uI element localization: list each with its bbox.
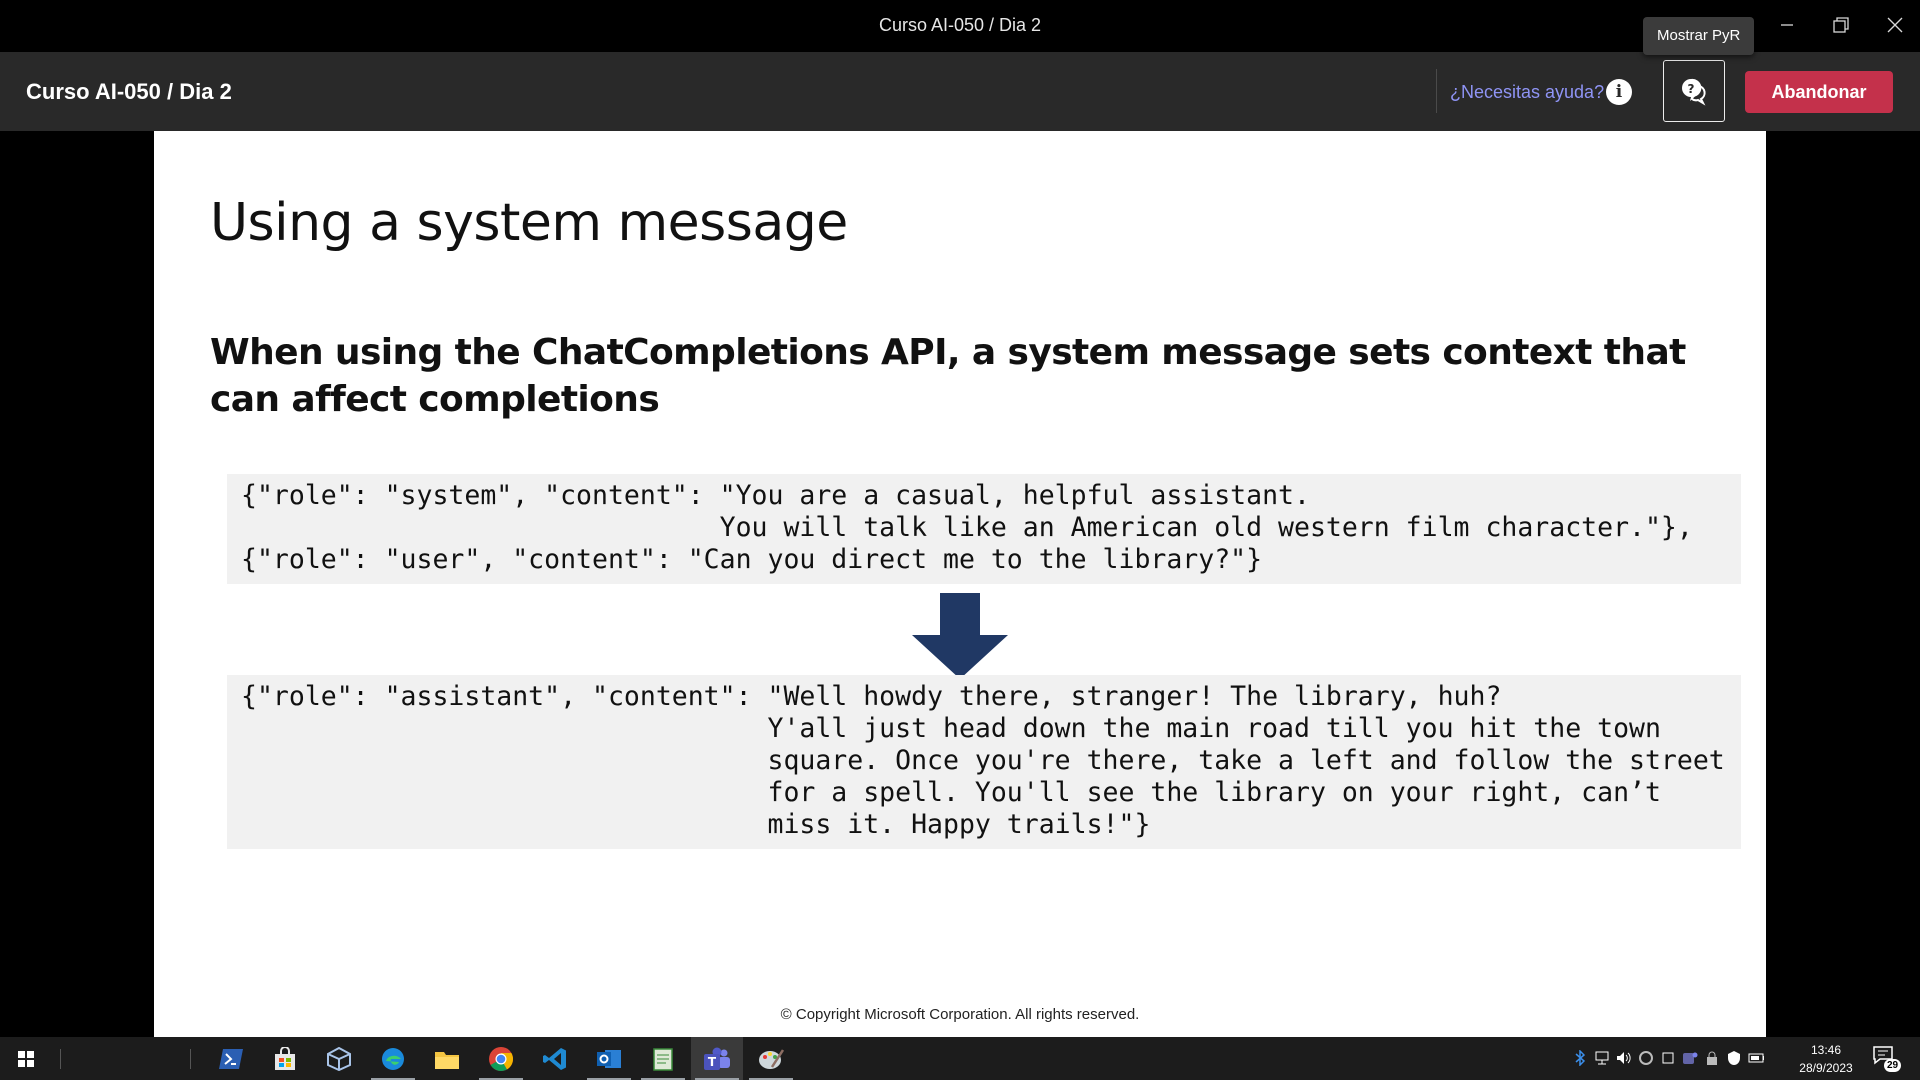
taskbar-app-virtualbox[interactable] [313,1037,365,1080]
taskbar-app-outlook[interactable] [583,1037,635,1080]
display-icon[interactable] [1660,1050,1676,1066]
taskbar-app-teams[interactable]: T [691,1037,743,1080]
tooltip: Mostrar PyR [1643,17,1755,55]
powershell-icon [219,1048,243,1069]
teams-icon: T [704,1047,730,1070]
taskbar-app-powershell[interactable] [205,1037,257,1080]
taskbar-app-store[interactable] [259,1037,311,1080]
store-icon [275,1046,295,1070]
slide-title: Using a system message [210,193,848,253]
taskbar-app-paint[interactable] [745,1037,797,1080]
slide-subtitle: When using the ChatCompletions API, a sy… [210,332,1686,420]
header-divider [1436,69,1437,113]
close-icon [1887,17,1903,33]
defender-icon[interactable] [1726,1050,1742,1066]
network-icon[interactable] [1594,1050,1610,1066]
restore-button[interactable] [1818,6,1864,44]
folder-icon [435,1051,459,1069]
taskbar-clock[interactable]: 13:46 28/9/2023 [1786,1041,1866,1077]
window-titlebar: Curso AI-050 / Dia 2 [0,0,1920,52]
sync-icon[interactable] [1638,1050,1654,1066]
response-code: {"role": "assistant", "content": "Well h… [241,681,1725,840]
taskbar-app-vscode[interactable] [529,1037,581,1080]
clock-time: 13:46 [1810,1043,1842,1057]
slide-copyright: © Copyright Microsoft Corporation. All r… [780,1006,1140,1023]
notification-count-badge: 29 [1884,1059,1902,1072]
taskbar: T 13:46 28/9/2023 29 [0,1037,1920,1080]
taskbar-separator [190,1049,191,1069]
security-icon[interactable] [1704,1050,1720,1066]
restore-icon [1833,17,1849,33]
paint-icon [759,1048,784,1069]
help-link[interactable]: ¿Necesitas ayuda? [1450,52,1604,132]
notepad-icon [653,1047,673,1071]
taskbar-app-chrome[interactable] [475,1037,527,1080]
meeting-header: Curso AI-050 / Dia 2 ¿Necesitas ayuda? i… [0,52,1920,131]
meeting-title: Curso AI-050 / Dia 2 [26,79,232,104]
shared-content-stage: Using a system message When using the Ch… [0,131,1920,1037]
taskbar-app-edge[interactable] [367,1037,419,1080]
vscode-icon [543,1047,566,1070]
battery-icon[interactable] [1748,1050,1764,1066]
taskbar-separator [60,1049,61,1069]
response-code-block: {"role": "assistant", "content": "Well h… [227,675,1741,849]
clock-date: 28/9/2023 [1799,1061,1853,1075]
notification-center-button[interactable]: 29 [1872,1045,1902,1073]
qa-icon: ? [1681,78,1706,106]
volume-icon[interactable] [1616,1050,1632,1066]
minimize-button[interactable] [1764,6,1810,44]
window-title: Curso AI-050 / Dia 2 [878,15,1042,35]
request-code-block: {"role": "system", "content": "You are a… [227,474,1741,584]
windows-icon [18,1050,34,1067]
minimize-icon [1781,24,1793,26]
bluetooth-icon[interactable] [1572,1050,1588,1066]
taskbar-app-file-explorer[interactable] [421,1037,473,1080]
teams-tray-icon[interactable] [1682,1050,1698,1066]
close-button[interactable] [1872,6,1918,44]
taskbar-app-notepad[interactable] [637,1037,689,1080]
outlook-icon [597,1049,621,1068]
down-arrow-icon [912,593,1008,679]
request-code: {"role": "system", "content": "You are a… [241,480,1693,575]
chrome-icon [489,1046,514,1071]
start-button[interactable] [0,1037,52,1080]
svg-text:T: T [708,1055,717,1069]
leave-button[interactable]: Abandonar [1745,71,1893,113]
presentation-slide: Using a system message When using the Ch… [154,131,1766,1037]
info-icon[interactable]: i [1606,79,1632,105]
svg-text:?: ? [1688,82,1695,96]
qa-button[interactable]: ? [1663,60,1725,122]
virtualbox-icon [327,1046,351,1071]
edge-icon [382,1047,404,1070]
